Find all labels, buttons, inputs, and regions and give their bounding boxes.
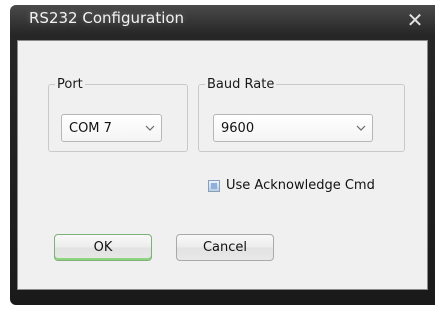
close-button[interactable]: ✕	[395, 7, 435, 33]
port-group-label: Port	[57, 77, 83, 92]
dialog-client-area: Port COM 7 Baud Rate 9600 Use Acknowledg…	[17, 40, 428, 290]
port-selected-value: COM 7	[69, 120, 112, 136]
chevron-down-icon	[350, 125, 372, 131]
baud-rate-group-label: Baud Rate	[207, 77, 275, 92]
use-acknowledge-cmd-label: Use Acknowledge Cmd	[226, 178, 375, 193]
baud-rate-selected-value: 9600	[221, 120, 255, 136]
cancel-button[interactable]: Cancel	[176, 234, 274, 261]
rs232-dialog: RS232 Configuration ✕ Port COM 7 Baud Ra…	[0, 0, 435, 311]
use-acknowledge-cmd-option[interactable]: Use Acknowledge Cmd	[208, 178, 375, 193]
close-icon: ✕	[406, 8, 424, 32]
ok-button[interactable]: OK	[54, 234, 152, 261]
baud-rate-group: Baud Rate 9600	[198, 77, 405, 152]
port-select[interactable]: COM 7	[61, 114, 162, 142]
port-group: Port COM 7	[48, 77, 188, 152]
chevron-down-icon	[139, 125, 161, 131]
use-acknowledge-cmd-checkbox[interactable]	[208, 179, 220, 192]
title-bar[interactable]: RS232 Configuration ✕	[10, 5, 435, 37]
baud-rate-select[interactable]: 9600	[213, 114, 373, 142]
window-title: RS232 Configuration	[29, 9, 185, 27]
